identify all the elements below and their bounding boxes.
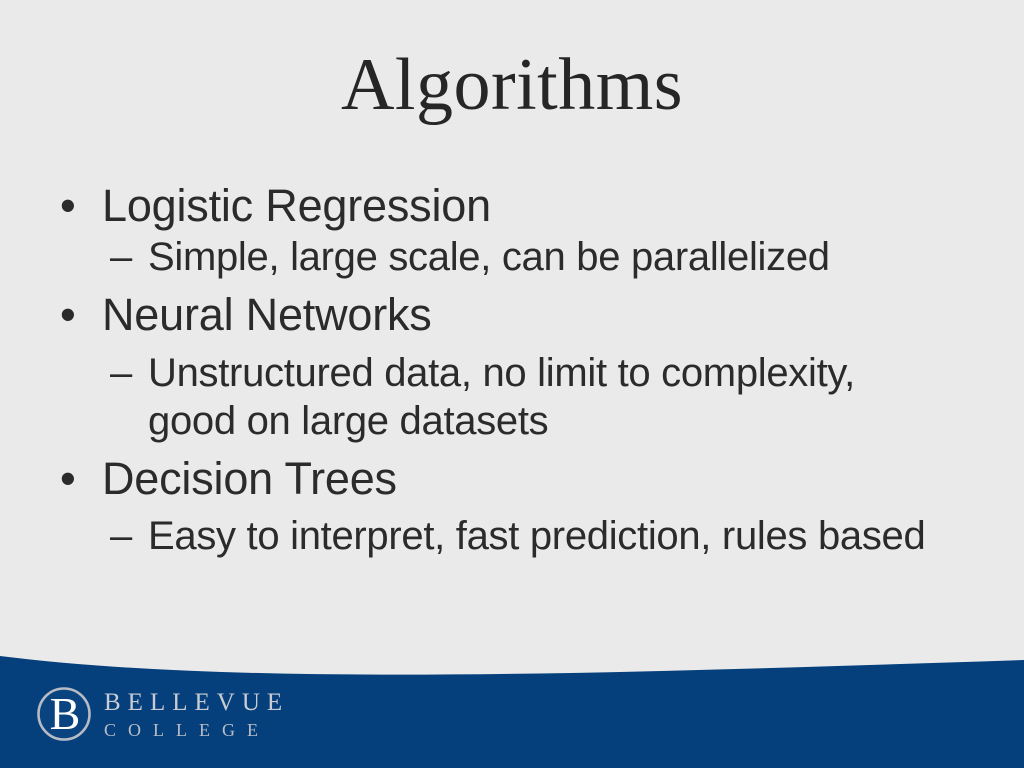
- logo-emblem-b-icon: B: [34, 684, 94, 744]
- sub-bullet-marker-icon: –: [110, 350, 132, 395]
- sub-bullet-item-decision-trees-1: – Easy to interpret, fast prediction, ru…: [52, 512, 948, 560]
- bellevue-college-logo: B BELLEVUE COLLEGE: [34, 682, 289, 746]
- sub-bullet-marker-icon: –: [110, 513, 132, 558]
- bullet-label: Decision Trees: [102, 452, 397, 504]
- sub-bullet-item-neural-networks-1: – Unstructured data, no limit to complex…: [52, 349, 948, 445]
- sub-bullet-label: Easy to interpret, fast prediction, rule…: [148, 513, 926, 558]
- bullet-marker-icon: •: [60, 289, 76, 341]
- sub-bullet-label: Simple, large scale, can be parallelized: [148, 235, 830, 280]
- svg-text:B: B: [50, 688, 81, 739]
- bullet-marker-icon: •: [60, 180, 76, 231]
- logo-name-secondary: COLLEGE: [104, 719, 270, 740]
- sub-bullet-item-logistic-regression-1: – Simple, large scale, can be paralleliz…: [52, 233, 948, 281]
- bullet-label: Logistic Regression: [102, 180, 491, 231]
- sub-bullet-label: Unstructured data, no limit to complexit…: [148, 350, 855, 443]
- page-title: Algorithms: [340, 44, 684, 126]
- bullet-item-neural-networks: • Neural Networks: [52, 289, 972, 340]
- logo-name-primary: BELLEVUE: [104, 688, 290, 716]
- bullet-item-decision-trees: • Decision Trees: [52, 453, 972, 504]
- slide-body-content: • Logistic Regression – Simple, large sc…: [52, 180, 972, 562]
- presentation-slide: Algorithms • Logistic Regression – Simpl…: [0, 0, 1024, 768]
- logo-wordmark: BELLEVUE COLLEGE: [104, 690, 289, 739]
- bullet-item-logistic-regression: • Logistic Regression: [52, 180, 972, 231]
- bullet-marker-icon: •: [60, 452, 76, 504]
- sub-bullet-marker-icon: –: [110, 235, 132, 280]
- bullet-label: Neural Networks: [102, 289, 432, 341]
